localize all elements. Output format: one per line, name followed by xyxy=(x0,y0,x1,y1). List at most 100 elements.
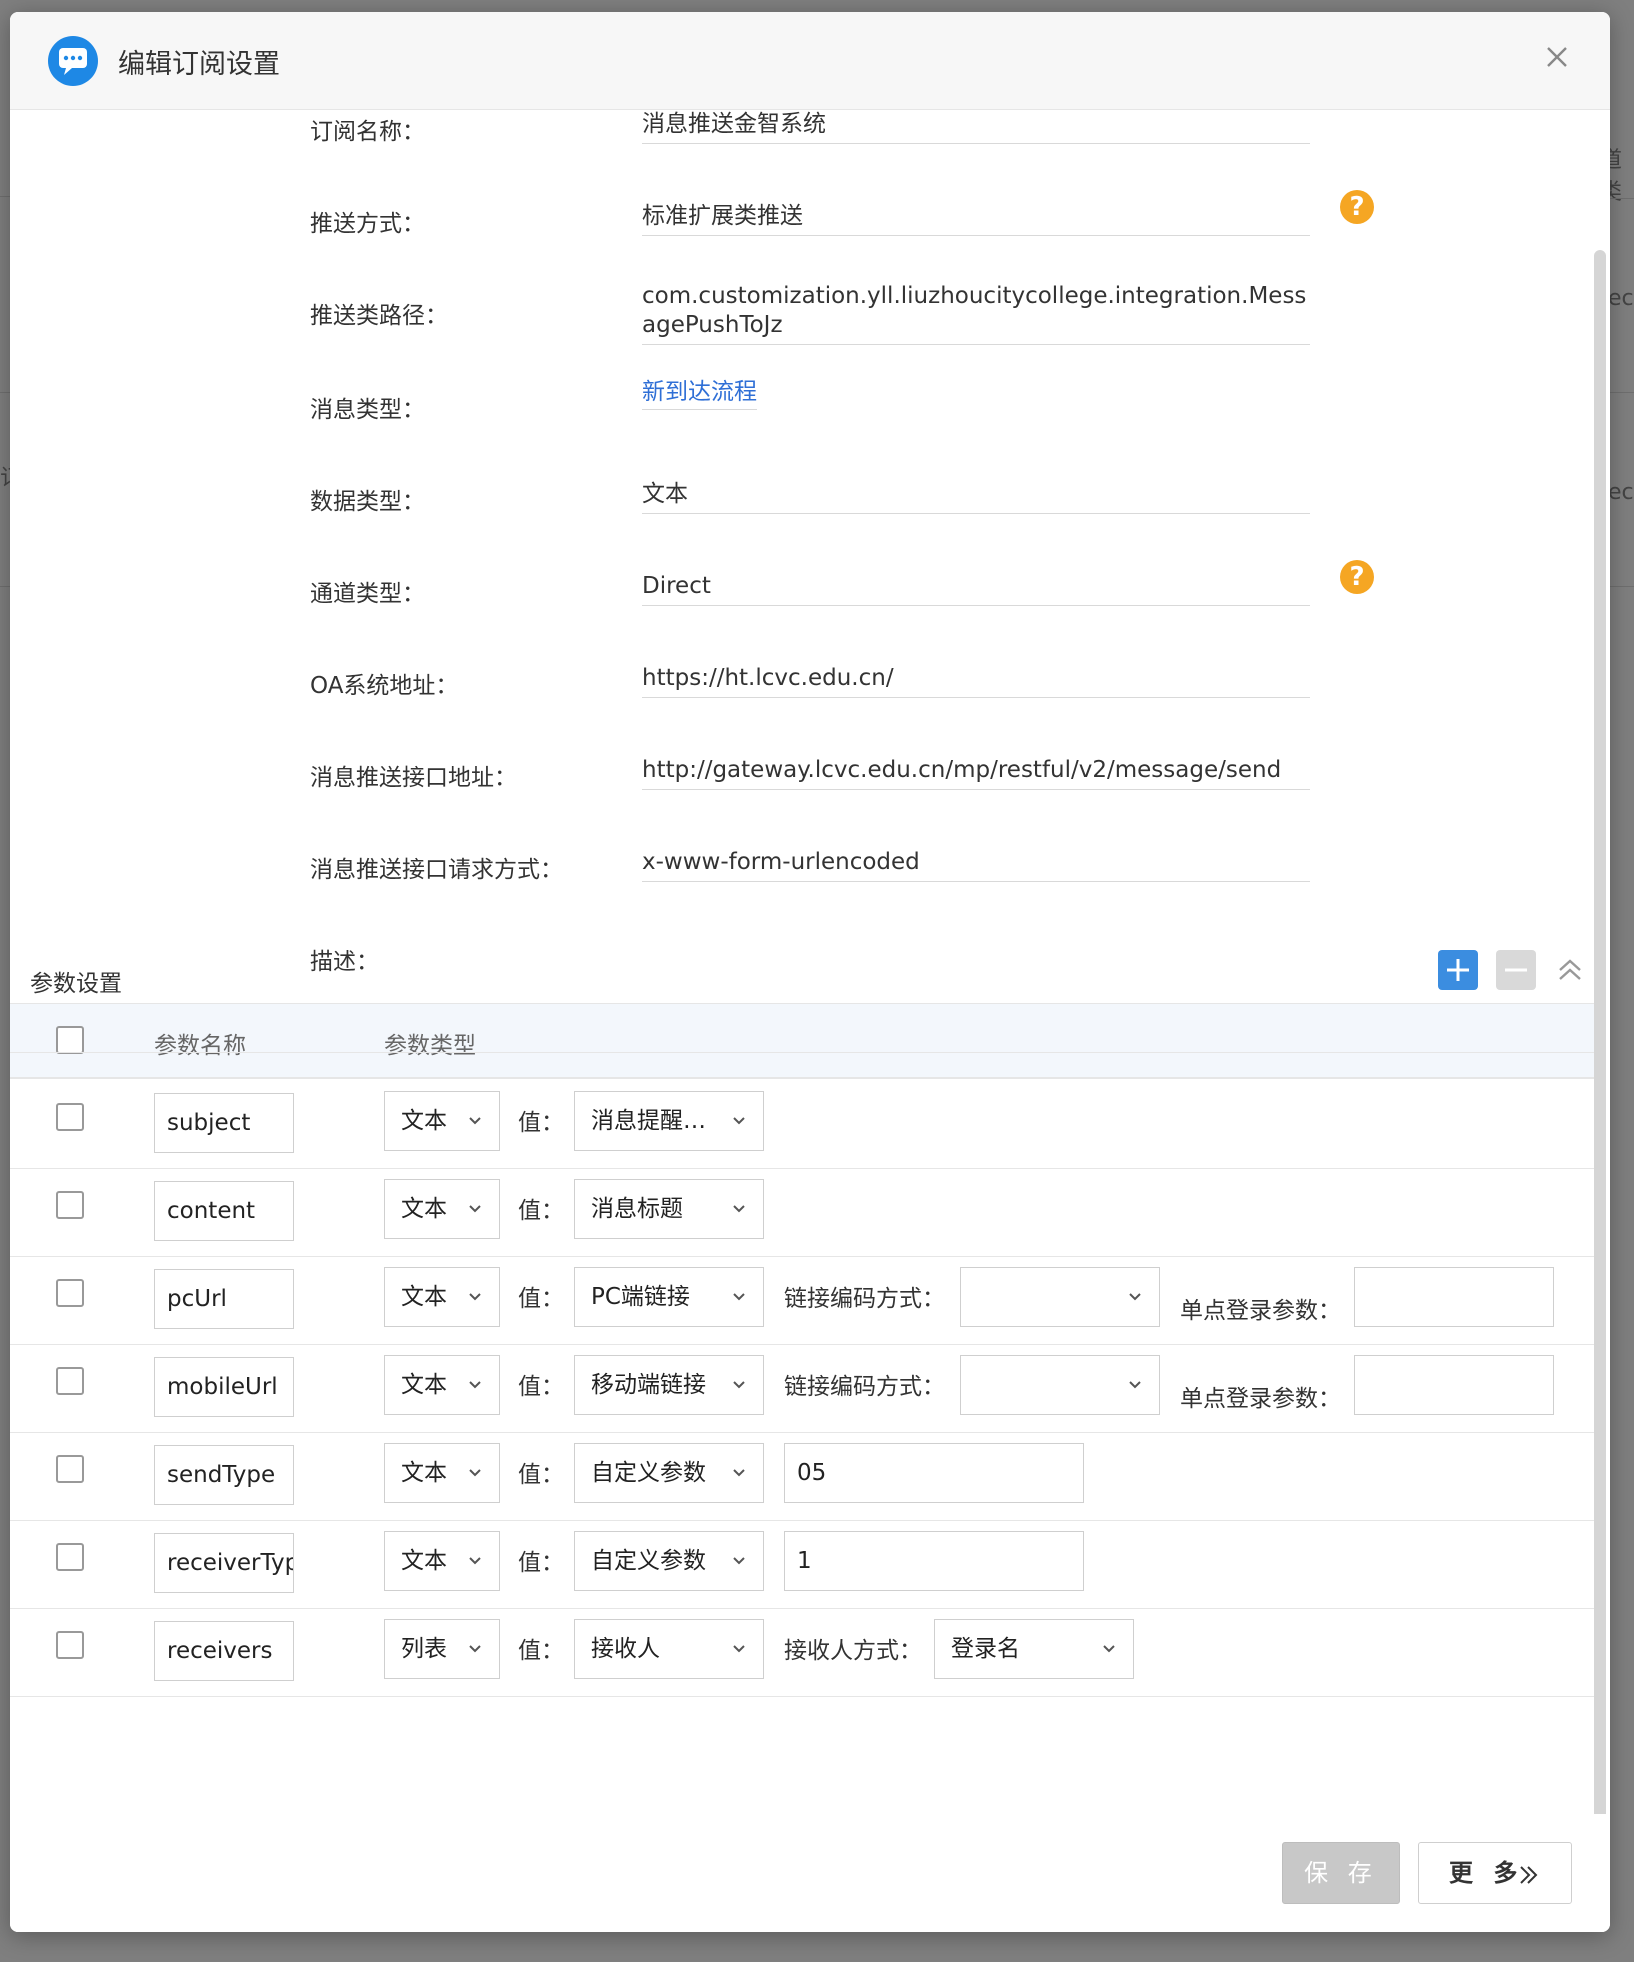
param-name-input[interactable]: sendType xyxy=(154,1445,294,1505)
select-value: 消息提醒… xyxy=(591,1108,706,1134)
row-checkbox[interactable] xyxy=(56,1543,84,1571)
select-value: PC端链接 xyxy=(591,1284,690,1310)
param-type-select[interactable]: 文本 xyxy=(384,1355,500,1415)
chevron-down-icon xyxy=(733,1381,745,1389)
select-value: 文本 xyxy=(401,1460,447,1486)
field-value[interactable]: x-www-form-urlencoded xyxy=(642,848,1310,877)
param-name-input[interactable]: pcUrl xyxy=(154,1269,294,1329)
value-label: 值： xyxy=(518,1550,564,1576)
param-name-input[interactable]: subject xyxy=(154,1093,294,1153)
param-value-select[interactable]: 自定义参数 xyxy=(574,1531,764,1591)
chevron-down-icon xyxy=(733,1117,745,1125)
row-checkbox[interactable] xyxy=(56,1103,84,1131)
dialog-header: 编辑订阅设置 xyxy=(10,12,1610,110)
encode-select[interactable] xyxy=(960,1355,1160,1415)
chevron-down-icon xyxy=(733,1557,745,1565)
param-type-select[interactable]: 列表 xyxy=(384,1619,500,1679)
param-type-select[interactable]: 文本 xyxy=(384,1443,500,1503)
param-type-select[interactable]: 文本 xyxy=(384,1091,500,1151)
param-type-select[interactable]: 文本 xyxy=(384,1531,500,1591)
close-icon[interactable] xyxy=(1542,42,1572,72)
sso-param-input[interactable] xyxy=(1354,1355,1554,1415)
field-label: 消息推送接口地址： xyxy=(310,765,517,791)
encode-select[interactable] xyxy=(960,1267,1160,1327)
param-type-select[interactable]: 文本 xyxy=(384,1267,500,1327)
table-row: content 文本 值： 消息标题 xyxy=(10,1169,1594,1257)
dialog-title: 编辑订阅设置 xyxy=(118,49,280,80)
row-checkbox[interactable] xyxy=(56,1279,84,1307)
field-value[interactable]: 标准扩展类推送 xyxy=(642,202,1310,231)
param-name-input[interactable]: receivers xyxy=(154,1621,294,1681)
row-checkbox[interactable] xyxy=(56,1367,84,1395)
param-name-input[interactable]: mobileUrl xyxy=(154,1357,294,1417)
select-value: 接收人 xyxy=(591,1636,660,1662)
row-checkbox[interactable] xyxy=(56,1455,84,1483)
param-value-select[interactable]: 消息标题 xyxy=(574,1179,764,1239)
dialog-footer: 保 存 更 多 xyxy=(10,1814,1610,1932)
table-row: subject 文本 值： 消息提醒… xyxy=(10,1081,1594,1169)
field-value[interactable]: com.customization.yll.liuzhoucitycollege… xyxy=(642,282,1310,340)
field-push-method: 推送方式： 标准扩展类推送 ? xyxy=(10,190,1594,284)
help-icon[interactable]: ? xyxy=(1340,560,1374,594)
chevron-down-icon xyxy=(469,1381,481,1389)
double-chevron-right-icon xyxy=(1520,1866,1538,1884)
select-value: 自定义参数 xyxy=(591,1548,706,1574)
field-push-api-address: 消息推送接口地址： http://gateway.lcvc.edu.cn/mp/… xyxy=(10,746,1594,838)
chevron-down-icon xyxy=(469,1557,481,1565)
field-value[interactable]: Direct xyxy=(642,572,1310,601)
select-value: 文本 xyxy=(401,1196,447,1222)
value-label: 值： xyxy=(518,1638,564,1664)
value-label: 值： xyxy=(518,1286,564,1312)
save-button[interactable]: 保 存 xyxy=(1282,1842,1400,1904)
select-value: 文本 xyxy=(401,1372,447,1398)
param-value-select[interactable]: 自定义参数 xyxy=(574,1443,764,1503)
field-value[interactable]: http://gateway.lcvc.edu.cn/mp/restful/v2… xyxy=(642,756,1310,785)
param-value-select[interactable]: 移动端链接 xyxy=(574,1355,764,1415)
table-row: receiverTyp 文本 值： 自定义参数 1 xyxy=(10,1521,1594,1609)
param-type-select[interactable]: 文本 xyxy=(384,1179,500,1239)
param-name-input[interactable]: receiverTyp xyxy=(154,1533,294,1593)
field-value[interactable]: 消息推送金智系统 xyxy=(642,110,1310,139)
field-push-api-method: 消息推送接口请求方式： x-www-form-urlencoded xyxy=(10,838,1594,930)
background-divider xyxy=(1610,198,1634,199)
background-divider xyxy=(0,586,10,587)
field-message-type: 消息类型： 新到达流程 xyxy=(10,378,1594,470)
help-icon[interactable]: ? xyxy=(1340,190,1374,224)
param-value-select[interactable]: 消息提醒… xyxy=(574,1091,764,1151)
table-row: mobileUrl 文本 值： 移动端链接 链接编码方式： 单点登录参数： xyxy=(10,1345,1594,1433)
dialog-body[interactable]: 订阅名称： 消息推送金智系统 推送方式： 标准扩展类推送 ? 推送类路径： co… xyxy=(10,110,1594,1814)
background-divider xyxy=(0,392,10,393)
custom-value-input[interactable]: 1 xyxy=(784,1531,1084,1591)
select-value: 登录名 xyxy=(951,1636,1020,1662)
param-value-select[interactable]: PC端链接 xyxy=(574,1267,764,1327)
field-underline xyxy=(642,697,1310,698)
receiver-mode-select[interactable]: 登录名 xyxy=(934,1619,1134,1679)
background-fragment: ect xyxy=(1608,480,1634,505)
field-underline xyxy=(642,235,1310,236)
field-underline xyxy=(642,789,1310,790)
more-button[interactable]: 更 多 xyxy=(1418,1842,1572,1904)
row-checkbox[interactable] xyxy=(56,1191,84,1219)
table-row: pcUrl 文本 值： PC端链接 链接编码方式： 单点登录参数： xyxy=(10,1257,1594,1345)
param-value-select[interactable]: 接收人 xyxy=(574,1619,764,1679)
value-label: 值： xyxy=(518,1110,564,1136)
sso-param-input[interactable] xyxy=(1354,1267,1554,1327)
value-label: 值： xyxy=(518,1374,564,1400)
param-name-input[interactable]: content xyxy=(154,1181,294,1241)
scrollbar-thumb[interactable] xyxy=(1594,250,1606,1820)
field-label: 消息推送接口请求方式： xyxy=(310,857,563,883)
chevron-down-icon xyxy=(469,1117,481,1125)
background-divider xyxy=(1610,586,1634,587)
background-divider xyxy=(1610,392,1634,393)
field-subscription-name: 订阅名称： 消息推送金智系统 xyxy=(10,110,1594,192)
row-checkbox[interactable] xyxy=(56,1631,84,1659)
sso-label: 单点登录参数： xyxy=(1180,1298,1341,1324)
field-underline xyxy=(642,881,1310,882)
field-label: 推送方式： xyxy=(310,211,425,237)
message-type-link[interactable]: 新到达流程 xyxy=(642,378,757,410)
custom-value-input[interactable]: 05 xyxy=(784,1443,1084,1503)
field-value[interactable]: 文本 xyxy=(642,480,1310,509)
field-value[interactable]: https://ht.lcvc.edu.cn/ xyxy=(642,664,1310,693)
select-value: 文本 xyxy=(401,1548,447,1574)
more-button-label: 更 多 xyxy=(1449,1859,1524,1887)
